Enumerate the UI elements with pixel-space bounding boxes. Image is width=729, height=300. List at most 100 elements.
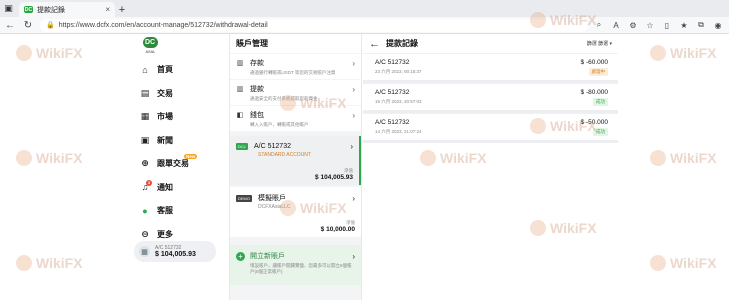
address-bar: ← ↻ 🔒 https://www.dcfx.com/en/account-ma… [0,17,729,34]
sidebar-item-label: 市場 [157,112,173,122]
record-date: 23 六月 2023, 00:16:37 [375,69,422,74]
url-text: https://www.dcfx.com/en/account-manage/5… [58,21,268,29]
list-item[interactable]: A/C 512732 14 六月 2023, 21:07:24 $ -50.00… [363,113,618,143]
sidebar-item-label: 客服 [157,206,173,216]
sidebar-item-label: 首頁 [157,65,173,75]
watermark: WikiFX [16,255,83,271]
copy-trade-icon: ⊕ [141,158,149,169]
market-icon: ▦ [140,111,150,122]
panel-title: 賬戶管理 [230,34,361,53]
account-summary-card[interactable]: ▦ A/C 512732 $ 104,005.93 [134,241,216,262]
chat-icon: ● [142,205,148,216]
sidebar-item-label: 交易 [157,88,173,98]
chevron-right-icon: › [352,110,355,120]
plus-icon: + [236,251,245,261]
news-icon: ▣ [140,134,150,145]
chart-icon: ▤ [140,87,150,98]
new-tab-button[interactable]: + [115,2,129,17]
chevron-right-icon: › [350,142,353,151]
browser-tabbar: ▣ DC 提款記錄 × + [0,0,729,17]
favicon: DC [24,6,33,13]
tab-actions-icon[interactable]: ▣ [0,0,17,17]
option-name: 提款 [250,86,264,93]
account-name: A/C 512732 [254,143,291,150]
split-screen-icon[interactable]: ▯ [662,21,672,30]
account-icon: ▦ [139,246,150,257]
sidebar-menu: ⌂ 首頁 ▤ 交易 ▦ 市場 ▣ 新聞 ⊕ 跟單交易 New ♫ 3 通知 ● … [140,58,198,246]
close-tab-icon[interactable]: × [105,5,110,14]
chevron-right-icon: › [352,193,355,203]
back-icon[interactable]: ← [4,19,16,31]
sidebar-item-trade[interactable]: ▤ 交易 [140,82,189,106]
account-balance: $ 10,000.00 [320,226,355,233]
deposit-icon: ▥ [236,60,244,67]
open-account-label: 開立新賬戶 [250,253,285,260]
account-item-demo[interactable]: DEMO 模擬賬戶 › DCFXAsiaLLC 淨值 $ 10,000.00 [230,187,361,237]
back-arrow-icon[interactable]: ← [369,38,380,50]
record-date: 14 六月 2023, 21:07:24 [375,129,422,134]
records-header: ← 提款記錄 篩選 篩選 ▾ [363,34,618,53]
sidebar-item-support[interactable]: ● 客服 [140,199,189,223]
reload-icon[interactable]: ↻ [22,19,34,31]
record-amount: $ -50.000 [580,119,608,126]
status-badge: 處理中 [588,68,608,76]
filter-dropdown[interactable]: 篩選 篩選 ▾ [587,40,612,47]
record-amount: $ -60.000 [580,59,608,66]
account-type: DCFXAsiaLLC [258,204,291,210]
page-title: 提款記錄 [386,39,418,48]
home-icon: ⌂ [142,64,148,75]
sidebar-item-notify[interactable]: ♫ 3 通知 [140,176,189,200]
favorite-icon[interactable]: ☆ [645,21,655,30]
wallet-icon: ◧ [236,112,244,119]
search-icon[interactable]: ⌕ [594,20,604,30]
sidebar-item-copy-trade[interactable]: ⊕ 跟單交易 New [140,152,198,176]
list-item[interactable]: A/C 512732 23 六月 2023, 00:16:37 $ -60.00… [363,53,618,83]
read-aloud-icon[interactable]: A [611,21,621,30]
option-name: 錢包 [250,112,264,119]
tab-title: 提款記錄 [37,6,65,14]
withdraw-option[interactable]: ▥ 提款 › 通過安全的支付系統提取您的資金 [230,80,361,105]
option-desc: 通過安全的支付系統提取您的資金 [250,96,318,101]
record-account: A/C 512732 [375,59,410,66]
deposit-option[interactable]: ▥ 存款 › 通過銀行轉賬或USDT 等您的交易賬戶注資 [230,54,361,79]
account-name: 模擬賬戶 [258,195,286,202]
record-account: A/C 512732 [375,119,410,126]
settings-icon[interactable]: ⚙ [628,21,638,30]
account-tag: DEMO [236,194,252,202]
record-amount: $ -80.000 [580,89,608,96]
watermark: WikiFX [16,150,83,166]
record-account: A/C 512732 [375,89,410,96]
new-badge: New [184,154,198,159]
account-management-panel: 賬戶管理 ▥ 存款 › 通過銀行轉賬或USDT 等您的交易賬戶注資 ▥ 提款 ›… [229,34,362,300]
account-type: STANDARD ACCOUNT [258,152,311,158]
account-balance: $ 104,005.93 [315,174,353,181]
profile-icon[interactable]: ◉ [713,21,723,30]
sidebar-item-news[interactable]: ▣ 新聞 [140,129,189,153]
chevron-right-icon: › [352,84,355,94]
status-badge: 成功 [593,98,608,106]
option-desc: 轉入入帳戶，轉帳或其他帳戶 [250,122,309,127]
option-desc: 通過銀行轉賬或USDT 等您的交易賬戶注資 [250,70,336,75]
url-field[interactable]: 🔒 https://www.dcfx.com/en/account-manage… [40,18,588,32]
chevron-right-icon: › [352,58,355,68]
watermark: WikiFX [16,45,83,61]
sidebar-item-home[interactable]: ⌂ 首頁 [140,58,189,82]
sidebar-item-market[interactable]: ▦ 市場 [140,105,189,129]
collections-icon[interactable]: ⧉ [696,20,706,30]
account-item-live[interactable]: DCL A/C 512732 › STANDARD ACCOUNT 淨值 $ 1… [230,136,361,185]
logo[interactable]: DC ASIA [140,37,160,54]
watermark: WikiFX [650,45,717,61]
wallet-option[interactable]: ◧ 錢包 › 轉入入帳戶，轉帳或其他帳戶 [230,106,361,131]
sidebar-item-label: 跟單交易 [157,159,189,169]
favorites-bar-icon[interactable]: ★ [679,21,689,30]
option-name: 存款 [250,60,264,67]
sidebar-item-label: 通知 [157,182,173,192]
record-date: 15 六月 2023, 20:57:03 [375,99,422,104]
notification-count-badge: 3 [146,179,152,186]
open-account-button[interactable]: + 開立新賬戶 › 增設賬戶，讓帳戶開闢實盤、您最多可以開立6個帳戶(5個正常帳… [230,245,361,285]
browser-tab[interactable]: DC 提款記錄 × [19,2,115,17]
list-item[interactable]: A/C 512732 15 六月 2023, 20:57:03 $ -80.00… [363,83,618,113]
sidebar-item-label: 新聞 [157,135,173,145]
withdrawal-records: ← 提款記錄 篩選 篩選 ▾ A/C 512732 23 六月 2023, 00… [363,34,618,300]
watermark: WikiFX [650,255,717,271]
